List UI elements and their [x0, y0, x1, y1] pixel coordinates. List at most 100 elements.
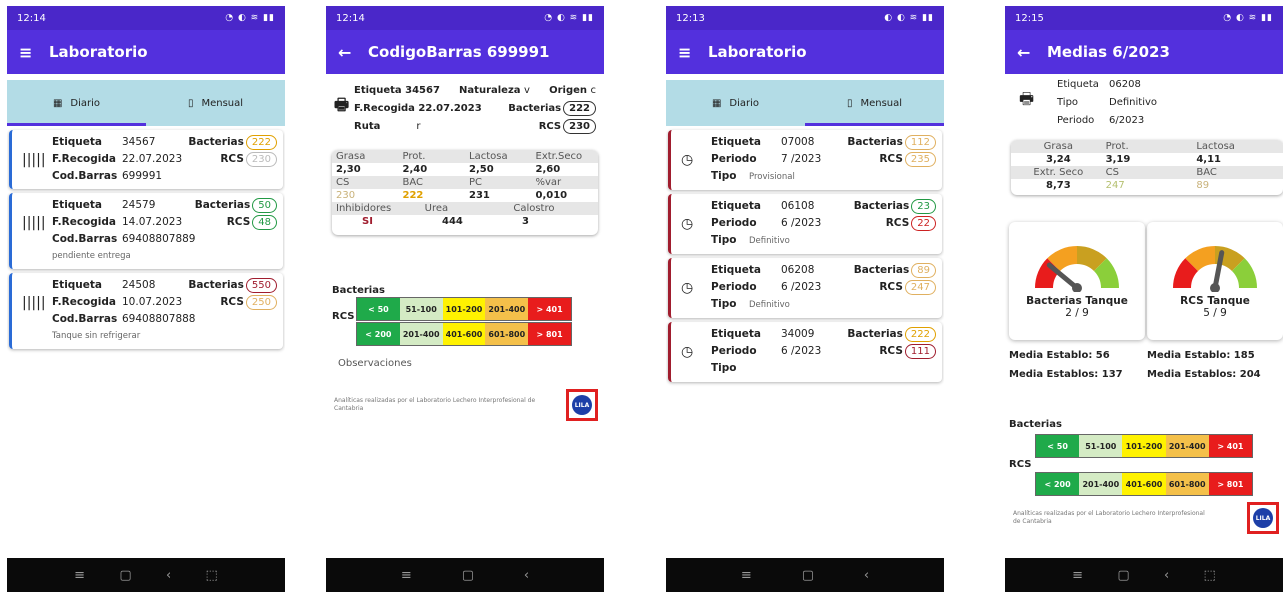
home-icon[interactable]: ▢	[802, 568, 814, 583]
periodo-label: Periodo	[711, 345, 757, 357]
back-arrow-icon[interactable]: ←	[338, 43, 368, 62]
menu-icon[interactable]: ≡	[19, 43, 49, 62]
table-cell: 0,010	[535, 190, 568, 201]
table-cell: 2,40	[402, 164, 428, 175]
app-bar: ← Medias 6/2023	[1005, 30, 1283, 74]
status-bar: 12:13 ◐ ◐ ≋ ▮▮	[666, 6, 944, 30]
card-row: Etiqueta 07008 Bacterias 112	[711, 134, 936, 151]
back-arrow-icon[interactable]: ←	[1017, 43, 1047, 62]
scale-segment: > 401	[1208, 435, 1253, 457]
recent-apps-icon[interactable]: ≡	[74, 568, 85, 583]
gauge-hub	[1210, 283, 1220, 293]
bacterias-pill: 112	[904, 135, 936, 150]
scale-segment: 201-400	[1165, 435, 1209, 457]
rcs-pill: 230	[245, 152, 277, 167]
card-row: Cod.Barras 69408807888	[52, 311, 277, 328]
naturaleza-label: Naturaleza	[459, 85, 521, 96]
menu-icon[interactable]: ≡	[678, 43, 708, 62]
table-cell: 3,19	[1105, 154, 1131, 165]
etiqueta-value: 07008	[781, 136, 815, 148]
codbarras-value: 69408807888	[122, 313, 196, 325]
card-row: Periodo 6 /2023 RCS 247	[711, 279, 936, 296]
tipo-label: Tipo	[711, 234, 737, 246]
back-icon[interactable]: ‹	[1164, 568, 1169, 583]
media-establos: Media Establos: 204	[1147, 369, 1261, 380]
bacterias-scale-label: Bacterias	[332, 285, 385, 296]
card-row: Etiqueta 34009 Bacterias 222	[711, 326, 936, 343]
table-cell: 8,73	[1045, 180, 1071, 191]
sample-card[interactable]: ◷ Etiqueta 06208 Bacterias 89 Periodo 6 /2023 R…	[668, 258, 942, 318]
back-icon[interactable]: ‹	[524, 568, 529, 583]
origen-label: Origen	[549, 85, 587, 96]
codbarras-label: Cod.Barras	[52, 170, 118, 182]
bacterias-label: Bacterias	[847, 136, 903, 148]
averages-table: Grasa Prot. Lactosa 3,24 3,19 4,11 Extr. Seco…	[1011, 140, 1283, 195]
periodo-value: 6 /2023	[781, 217, 822, 229]
table-cell: 2,50	[469, 164, 494, 175]
home-icon[interactable]: ▢	[1117, 568, 1129, 583]
card-row: Tipo Definitivo	[711, 296, 936, 314]
system-nav-bar: ≡ ▢ ‹	[666, 558, 944, 592]
recent-apps-icon[interactable]: ≡	[1072, 568, 1083, 583]
rcs-label: RCS	[879, 281, 903, 293]
back-icon[interactable]: ‹	[864, 568, 869, 583]
fecha: F.Recogida 10.07.2023	[52, 294, 182, 311]
tab-monthly[interactable]: ▯ Mensual	[805, 80, 944, 126]
bacterias-averages: Media Establo: 56 Media Establos: 137	[1009, 346, 1123, 384]
rcs-label: RCS	[879, 345, 903, 357]
etiqueta: Etiqueta 34567	[354, 85, 440, 96]
sample-card[interactable]: ◷ Etiqueta 06108 Bacterias 23 Periodo 6 /2023 R…	[668, 194, 942, 254]
periodo-label: Periodo	[711, 281, 757, 293]
rcs-scale: < 200 201-400 401-600 601-800 > 801	[356, 322, 572, 346]
ruta-label: Ruta	[354, 121, 381, 132]
sample-header: 🖶 Etiqueta 34567 Naturaleza v Origen c F.R…	[326, 74, 604, 136]
bacterias: Bacterias 222	[188, 134, 277, 151]
bacterias-label: Bacterias	[853, 200, 910, 212]
sample-card[interactable]: ◷ Etiqueta 07008 Bacterias 112 Periodo 7 /2023…	[668, 130, 942, 190]
gauge-label: Bacterias Tanque	[1026, 295, 1128, 307]
etiqueta-value: 34567	[122, 136, 156, 148]
scale-segment: 51-100	[399, 298, 443, 320]
etiqueta-label: Etiqueta	[711, 264, 762, 276]
recent-apps-icon[interactable]: ≡	[741, 568, 752, 583]
bacterias-label: Bacterias	[188, 279, 244, 291]
rcs: RCS 230	[220, 151, 277, 168]
sample-card[interactable]: ◷ Etiqueta 34009 Bacterias 222 Periodo 6 /2023…	[668, 322, 942, 382]
table-cell: 3,24	[1045, 154, 1071, 165]
tab-daily[interactable]: ▦ Diario	[666, 80, 805, 126]
rcs-label: RCS	[879, 153, 903, 165]
home-icon[interactable]: ▢	[119, 568, 131, 583]
back-icon[interactable]: ‹	[166, 568, 171, 583]
table-cell: Grasa	[336, 151, 366, 162]
etiqueta: Etiqueta 24508	[52, 277, 155, 294]
scale-segment: 101-200	[442, 298, 486, 320]
tab-daily[interactable]: ▦ Diario	[7, 80, 146, 126]
recent-apps-icon[interactable]: ≡	[401, 568, 412, 583]
bacterias: Bacterias 112	[847, 134, 936, 151]
rcs-label: RCS	[220, 296, 244, 308]
table-cell: 444	[442, 216, 463, 227]
rcs-pill: 235	[904, 152, 936, 167]
bacterias-pill: 50	[252, 198, 277, 213]
gauge-value: 2 / 9	[1065, 307, 1089, 319]
scale-segment: > 801	[1208, 473, 1253, 495]
table-cell: 222	[402, 190, 424, 201]
calendar-icon: ▦	[711, 97, 722, 109]
bacterias: Bacterias 23	[854, 198, 936, 215]
bacterias-label: Bacterias	[853, 264, 910, 276]
etiqueta-value: 06208	[1109, 79, 1141, 90]
rotate-icon[interactable]: ⬚	[1204, 568, 1216, 583]
periodo: Periodo 6 /2023	[711, 215, 821, 232]
tab-monthly[interactable]: ▯ Mensual	[146, 80, 285, 126]
bacterias-scale: < 50 51-100 101-200 201-400 > 401	[1035, 434, 1253, 458]
sample-card[interactable]: ||||| Etiqueta 24508 Bacterias 550 F.Recogida…	[9, 273, 283, 349]
sample-card[interactable]: ||||| Etiqueta 34567 Bacterias 222 F.Recogida…	[9, 130, 283, 189]
rcs-averages: Media Establo: 185 Media Establos: 204	[1147, 346, 1261, 384]
periodo: Periodo 7 /2023	[711, 151, 821, 168]
sample-card[interactable]: ||||| Etiqueta 24579 Bacterias 50 F.Recogida 1…	[9, 193, 283, 269]
rotate-icon[interactable]: ⬚	[206, 568, 218, 583]
tab-bar: ▦ Diario ▯ Mensual	[666, 80, 944, 126]
table-cell: SI	[362, 216, 373, 227]
home-icon[interactable]: ▢	[462, 568, 474, 583]
gauge-value: 5 / 9	[1203, 307, 1227, 319]
